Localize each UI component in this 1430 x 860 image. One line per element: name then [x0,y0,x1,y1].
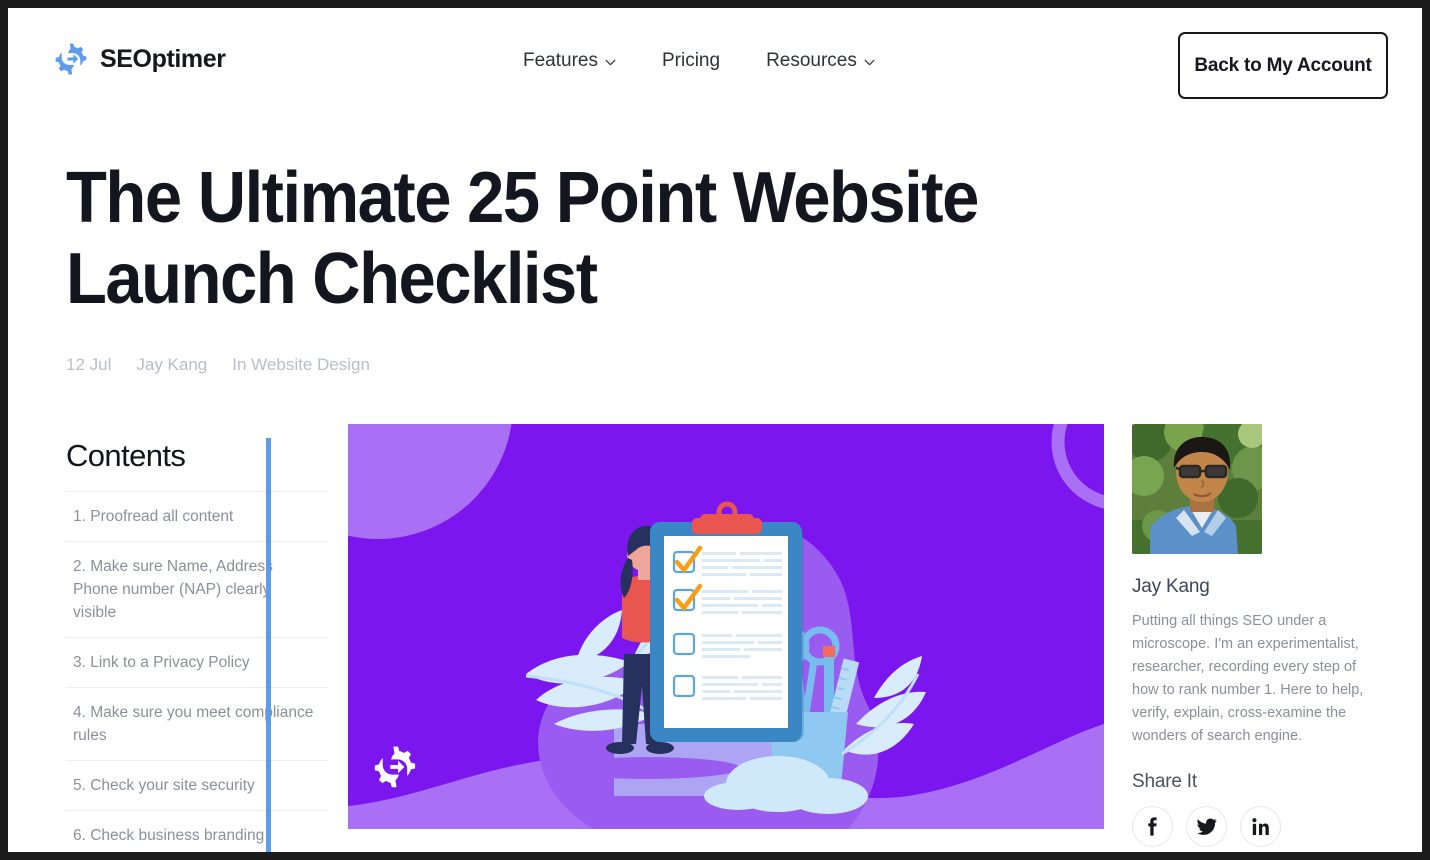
hero-illustration [348,424,1104,829]
page-title: The Ultimate 25 Point Website Launch Che… [66,158,979,319]
nav-item-label: Features [523,50,598,71]
contents-item[interactable]: 5. Check your site security [66,760,328,810]
avatar [1132,424,1262,554]
contents-item[interactable]: 6. Check business branding [66,810,328,852]
contents-item[interactable]: 1. Proofread all content [66,491,328,541]
article-date: 12 Jul [66,355,112,374]
author-sidebar: Jay Kang Putting all things SEO under a … [1132,424,1384,847]
chevron-down-icon [864,59,875,66]
nav-item-label: Resources [766,50,857,71]
article-header: The Ultimate 25 Point Website Launch Che… [66,158,1186,375]
share-linkedin-button[interactable] [1240,806,1281,847]
share-twitter-button[interactable] [1186,806,1227,847]
back-to-my-account-button[interactable]: Back to My Account [1178,32,1388,99]
share-heading: Share It [1132,771,1197,792]
contents-item[interactable]: 2. Make sure Name, Address Phone number … [66,541,328,637]
brand-logo-link[interactable]: SEOptimer [52,40,226,78]
site-header: SEOptimer Features Pricing Resources Bac… [8,8,1422,118]
contents-item[interactable]: 4. Make sure you meet compliance rules [66,687,328,760]
nav-item-features[interactable]: Features [523,50,616,72]
contents-item[interactable]: 3. Link to a Privacy Policy [66,637,328,687]
facebook-icon [1148,817,1157,836]
nav-item-pricing[interactable]: Pricing [662,50,720,72]
chevron-down-icon [605,59,616,66]
contents-list: 1. Proofread all content 2. Make sure Na… [66,491,328,852]
browser-viewport: SEOptimer Features Pricing Resources Bac… [8,8,1422,852]
article-meta: 12 Jul Jay Kang In Website Design [66,355,1186,375]
linkedin-icon [1252,818,1269,835]
gear-rotate-icon [55,43,87,75]
author-name: Jay Kang [1132,576,1210,597]
contents-progress-rail[interactable] [266,438,271,852]
clipboard [650,501,804,742]
twitter-icon [1196,818,1217,835]
share-buttons [1132,806,1384,847]
article-author-link[interactable]: Jay Kang [136,355,207,375]
author-bio: Putting all things SEO under a microscop… [1132,613,1364,744]
primary-nav: Features Pricing Resources [523,50,875,72]
nav-item-resources[interactable]: Resources [766,50,875,72]
article-hero-image [348,424,1104,829]
share-facebook-button[interactable] [1132,806,1173,847]
contents-heading: Contents [66,438,186,473]
table-of-contents: Contents 1. Proofread all content 2. Mak… [66,438,328,852]
article-category-link[interactable]: In Website Design [232,355,370,375]
nav-item-label: Pricing [661,50,721,71]
brand-name: SEOptimer [100,44,226,73]
